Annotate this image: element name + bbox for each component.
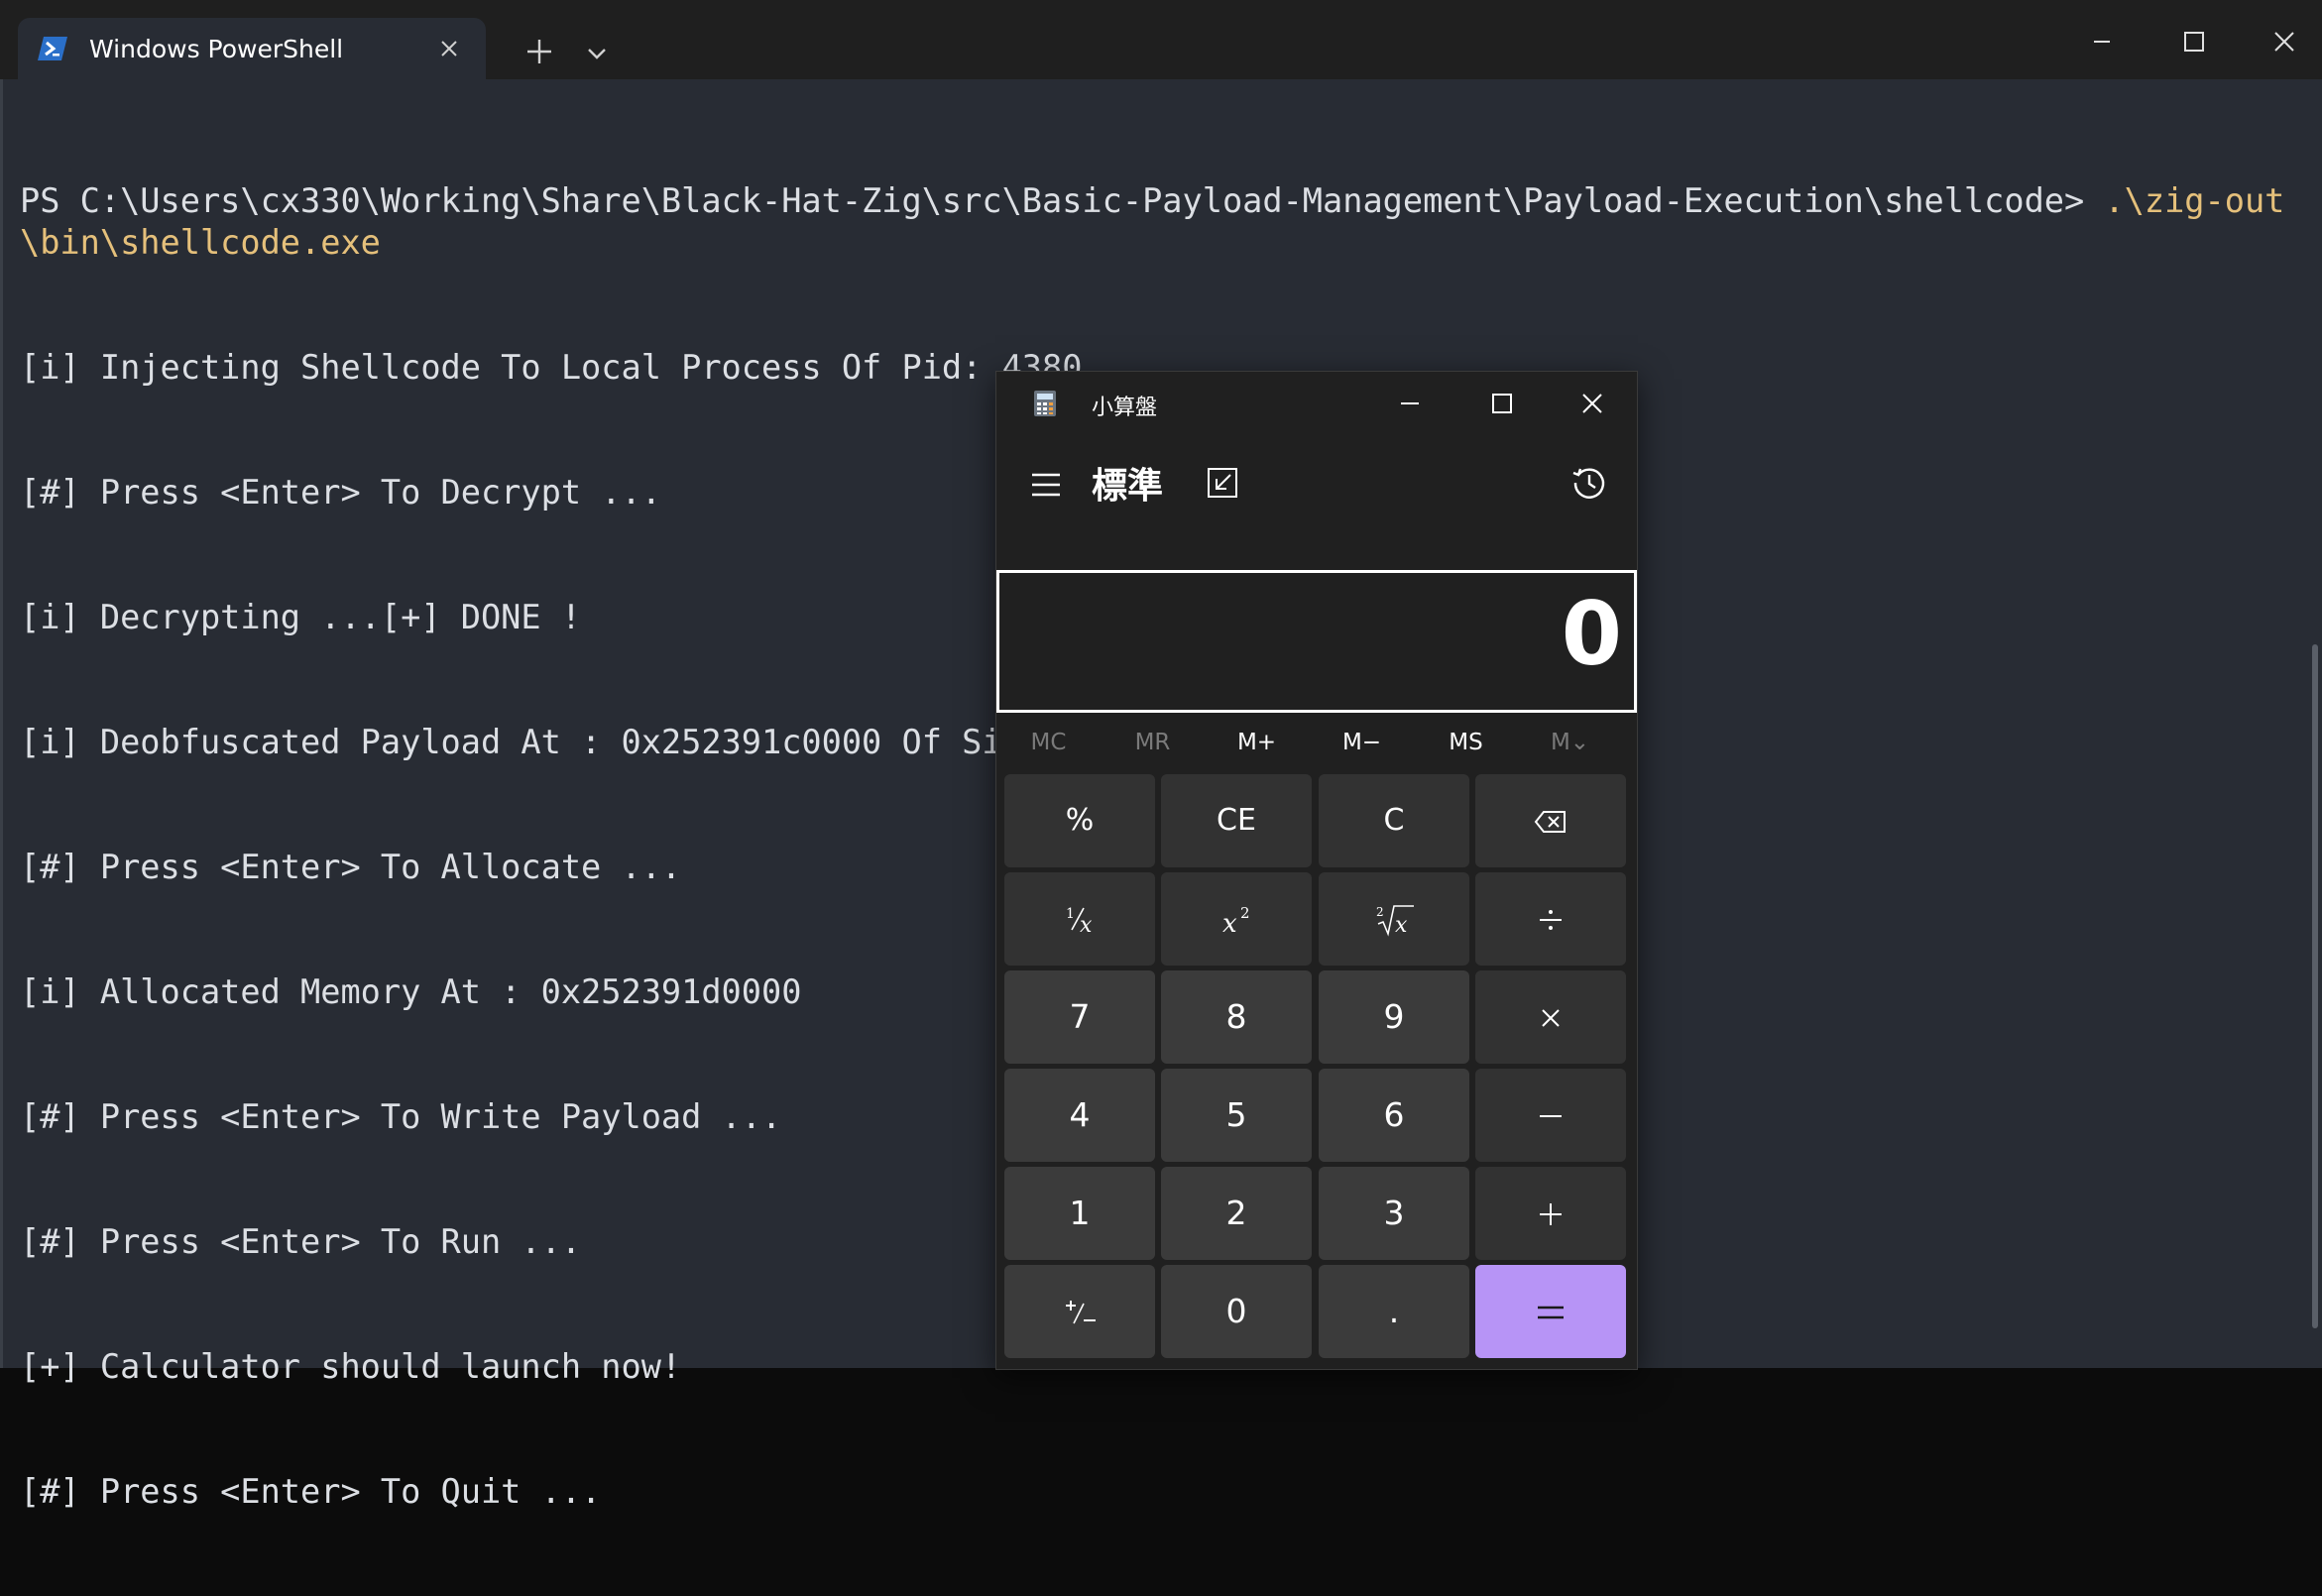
- plus-icon: [1540, 1202, 1562, 1225]
- minimize-window-button[interactable]: [2074, 18, 2130, 65]
- powershell-icon: [38, 37, 67, 60]
- digit-6-button[interactable]: 6: [1319, 1069, 1469, 1162]
- svg-text:1: 1: [1066, 906, 1075, 922]
- svg-text:x: x: [1080, 913, 1093, 938]
- digit-8-button[interactable]: 8: [1161, 970, 1312, 1064]
- memory-row: MC MR M+ M− MS M⌄: [996, 723, 1637, 762]
- add-button[interactable]: [1475, 1167, 1626, 1260]
- divide-icon: [1540, 909, 1562, 930]
- digit-7-button[interactable]: 7: [1004, 970, 1155, 1064]
- prompt-line: PS C:\Users\cx330\Working\Share\Black-Ha…: [20, 180, 2300, 264]
- memory-store-button[interactable]: MS: [1414, 723, 1518, 762]
- history-icon[interactable]: [1569, 463, 1609, 503]
- equals-button[interactable]: [1475, 1265, 1626, 1358]
- svg-text:x: x: [1395, 913, 1408, 938]
- hamburger-menu-icon[interactable]: [1026, 467, 1066, 503]
- calculator-maximize-button[interactable]: [1476, 384, 1526, 423]
- digit-4-button[interactable]: 4: [1004, 1069, 1155, 1162]
- prompt-text: PS C:\Users\cx330\Working\Share\Black-Ha…: [20, 181, 2105, 220]
- minus-icon: [1540, 1114, 1562, 1117]
- percent-button[interactable]: %: [1004, 774, 1155, 867]
- svg-text:x: x: [1222, 909, 1237, 939]
- negate-button[interactable]: [1004, 1265, 1155, 1358]
- terminal-titlebar: Windows PowerShell: [0, 0, 2322, 79]
- svg-text:2: 2: [1376, 905, 1384, 919]
- plus-minus-icon: [1066, 1300, 1096, 1323]
- memory-recall-button[interactable]: MR: [1101, 723, 1205, 762]
- close-window-button[interactable]: [2257, 18, 2312, 65]
- square-root-icon: 2 x: [1376, 905, 1414, 938]
- new-tab-button[interactable]: [520, 32, 559, 71]
- equals-icon: [1538, 1306, 1564, 1318]
- subtract-button[interactable]: [1475, 1069, 1626, 1162]
- memory-clear-button[interactable]: MC: [996, 723, 1101, 762]
- square-root-button[interactable]: 2 x: [1319, 872, 1469, 966]
- output-line: [#] Press <Enter> To Quit ...: [20, 1472, 602, 1511]
- svg-text:2: 2: [1240, 904, 1250, 922]
- backspace-button[interactable]: [1475, 774, 1626, 867]
- digit-1-button[interactable]: 1: [1004, 1167, 1155, 1260]
- multiply-icon: [1542, 1008, 1560, 1027]
- multiply-button[interactable]: [1475, 970, 1626, 1064]
- square-icon: x 2: [1222, 904, 1250, 939]
- clear-entry-button[interactable]: CE: [1161, 774, 1312, 867]
- calculator-titlebar[interactable]: 小算盤: [996, 372, 1637, 431]
- calculator-display: 0: [996, 570, 1637, 713]
- close-tab-icon[interactable]: [434, 34, 464, 63]
- maximize-window-button[interactable]: [2165, 18, 2221, 65]
- digit-9-button[interactable]: 9: [1319, 970, 1469, 1064]
- memory-subtract-button[interactable]: M−: [1310, 723, 1414, 762]
- calculator-minimize-button[interactable]: [1385, 384, 1435, 423]
- keep-on-top-icon[interactable]: [1205, 465, 1240, 501]
- digit-5-button[interactable]: 5: [1161, 1069, 1312, 1162]
- square-button[interactable]: x 2: [1161, 872, 1312, 966]
- calculator-icon: [1034, 391, 1056, 416]
- memory-list-button[interactable]: M⌄: [1518, 723, 1622, 762]
- tab-title: Windows PowerShell: [89, 35, 344, 63]
- decimal-button[interactable]: .: [1319, 1265, 1469, 1358]
- reciprocal-icon: 1 x: [1066, 906, 1093, 938]
- display-value: 0: [1561, 583, 1622, 685]
- digit-0-button[interactable]: 0: [1161, 1265, 1312, 1358]
- terminal-scrollbar[interactable]: [2312, 644, 2318, 1328]
- reciprocal-button[interactable]: 1 x: [1004, 872, 1155, 966]
- digit-3-button[interactable]: 3: [1319, 1167, 1469, 1260]
- calculator-title: 小算盤: [1092, 396, 1158, 420]
- backspace-icon: [1534, 810, 1566, 833]
- calculator-window: 小算盤 標準 0 MC MR M+ M− MS M⌄ % CE C 1 x x …: [995, 371, 1638, 1370]
- divide-button[interactable]: [1475, 872, 1626, 966]
- memory-add-button[interactable]: M+: [1205, 723, 1309, 762]
- tab-powershell[interactable]: Windows PowerShell: [18, 18, 486, 79]
- calculator-close-button[interactable]: [1567, 384, 1617, 423]
- calculator-mode-title: 標準: [1092, 466, 1164, 507]
- digit-2-button[interactable]: 2: [1161, 1167, 1312, 1260]
- clear-button[interactable]: C: [1319, 774, 1469, 867]
- chevron-down-icon[interactable]: [579, 36, 615, 71]
- window-border: [0, 79, 3, 1368]
